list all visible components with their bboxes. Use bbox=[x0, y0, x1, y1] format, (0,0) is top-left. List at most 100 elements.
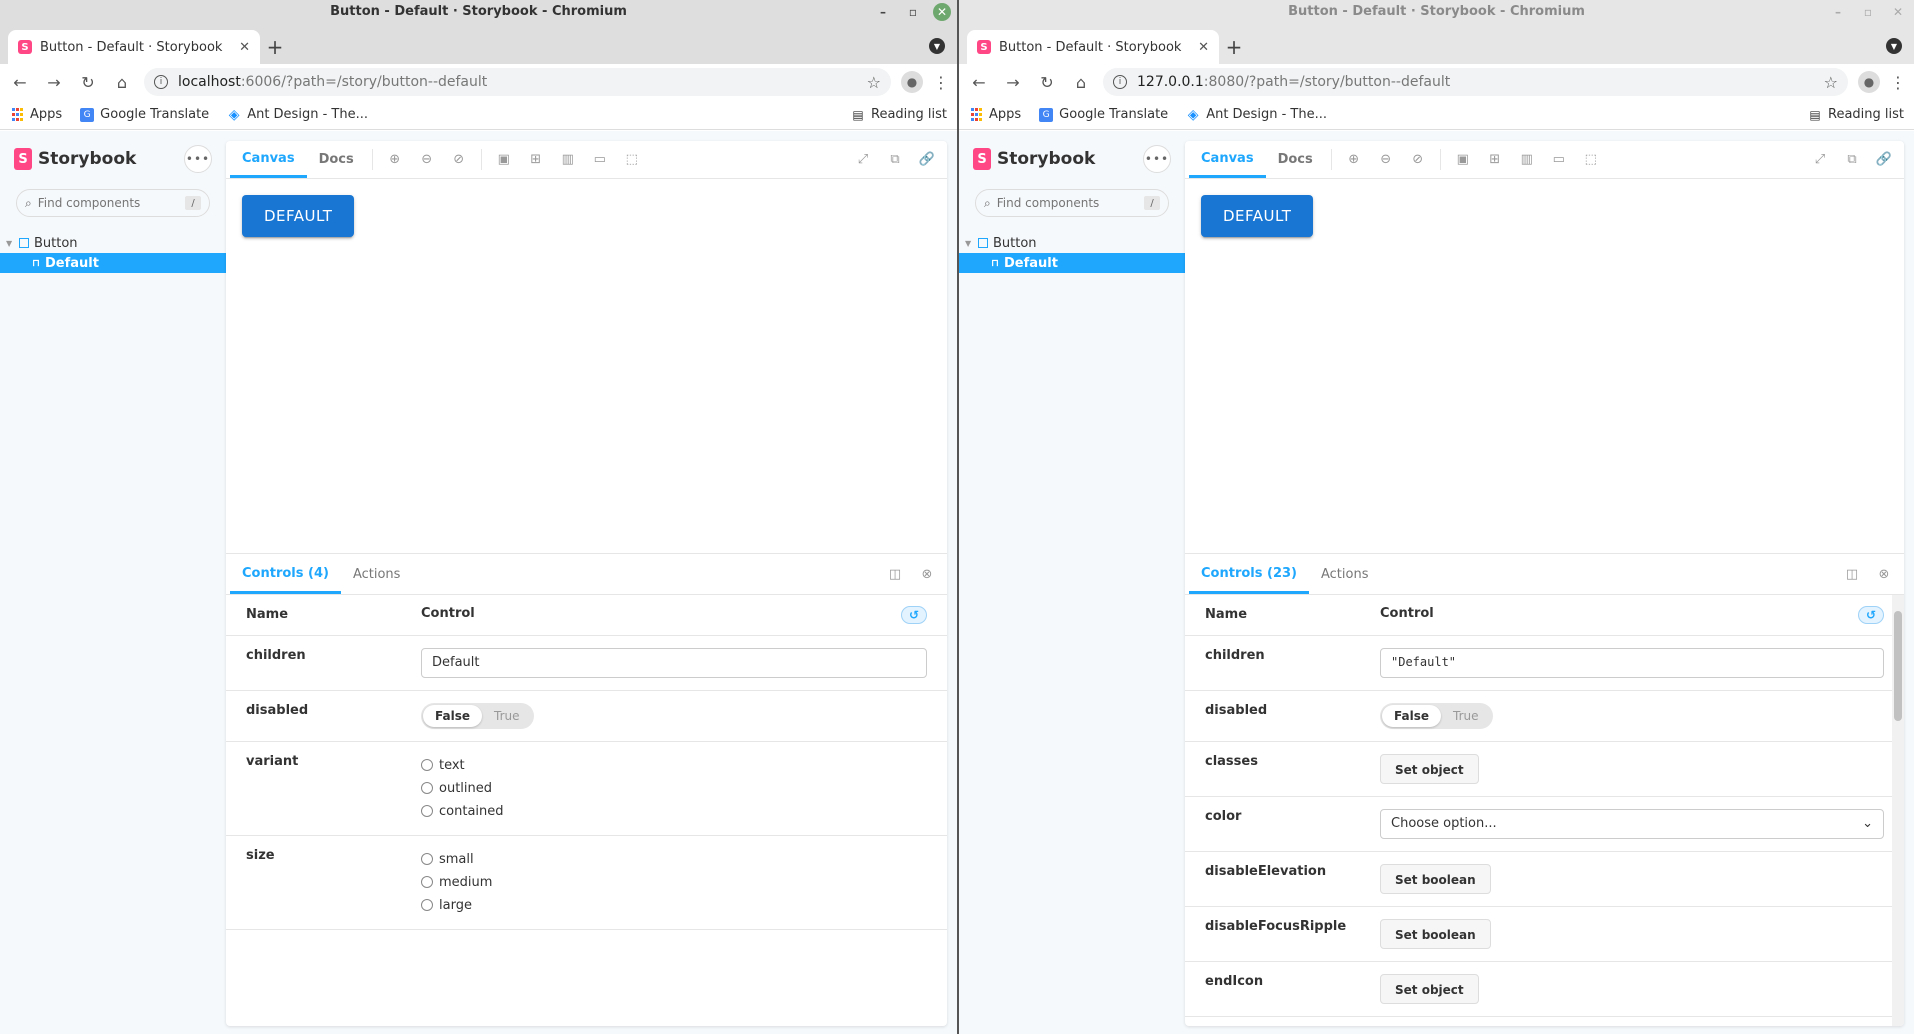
home-icon[interactable]: ⌂ bbox=[110, 70, 134, 94]
maximize-icon[interactable]: ▫ bbox=[903, 2, 923, 22]
zoom-out-icon[interactable]: ⊖ bbox=[1370, 141, 1402, 178]
tab-canvas[interactable]: Canvas bbox=[230, 141, 307, 178]
open-new-tab-icon[interactable]: ⧉ bbox=[879, 141, 911, 178]
radio-circle[interactable] bbox=[421, 782, 433, 794]
scrollbar-thumb[interactable] bbox=[1894, 611, 1902, 721]
tab-docs[interactable]: Docs bbox=[307, 141, 366, 178]
reading-list[interactable]: ▤ Reading list bbox=[851, 107, 947, 122]
tab-actions[interactable]: Actions bbox=[1309, 555, 1381, 594]
reset-controls-icon[interactable]: ↺ bbox=[1858, 605, 1884, 624]
copy-link-icon[interactable]: 🔗 bbox=[1868, 141, 1900, 178]
forward-icon[interactable]: → bbox=[1001, 70, 1025, 94]
browser-menu-icon[interactable]: ⋮ bbox=[933, 73, 949, 92]
radio-option[interactable]: large bbox=[421, 894, 927, 917]
new-tab-icon[interactable]: + bbox=[1221, 34, 1247, 60]
tree-item-default[interactable]: ⊓ Default bbox=[959, 253, 1185, 273]
radio-circle[interactable] bbox=[421, 759, 433, 771]
reload-icon[interactable]: ↻ bbox=[1035, 70, 1059, 94]
outline-icon[interactable]: ⬚ bbox=[616, 141, 648, 178]
close-icon[interactable]: ✕ bbox=[1888, 2, 1908, 22]
outline-icon[interactable]: ⬚ bbox=[1575, 141, 1607, 178]
bookmark-ant-design[interactable]: ◈ Ant Design - The... bbox=[227, 107, 368, 123]
background-icon[interactable]: ▣ bbox=[1447, 141, 1479, 178]
radio-circle[interactable] bbox=[421, 805, 433, 817]
close-panel-icon[interactable]: ⊗ bbox=[911, 555, 943, 594]
search-input[interactable] bbox=[37, 196, 179, 210]
zoom-in-icon[interactable]: ⊕ bbox=[379, 141, 411, 178]
grid-icon[interactable]: ⊞ bbox=[1479, 141, 1511, 178]
tree-item-button[interactable]: ▼ Button bbox=[0, 233, 226, 253]
site-info-icon[interactable]: i bbox=[154, 75, 168, 89]
zoom-out-icon[interactable]: ⊖ bbox=[411, 141, 443, 178]
radio-circle[interactable] bbox=[421, 876, 433, 888]
back-icon[interactable]: ← bbox=[967, 70, 991, 94]
radio-option[interactable]: outlined bbox=[421, 777, 927, 800]
set-boolean-button[interactable]: Set boolean bbox=[1380, 918, 1491, 949]
address-bar[interactable]: i 127.0.0.1:8080/?path=/story/button--de… bbox=[1103, 68, 1848, 96]
controls-scrollbar[interactable] bbox=[1892, 595, 1904, 1026]
copy-link-icon[interactable]: 🔗 bbox=[911, 141, 943, 178]
toggle-true[interactable]: True bbox=[1441, 705, 1491, 727]
radio-option[interactable]: text bbox=[421, 754, 927, 777]
site-info-icon[interactable]: i bbox=[1113, 75, 1127, 89]
grid-icon[interactable]: ⊞ bbox=[520, 141, 552, 178]
default-button[interactable]: DEFAULT bbox=[1201, 195, 1314, 237]
home-icon[interactable]: ⌂ bbox=[1069, 70, 1093, 94]
back-icon[interactable]: ← bbox=[8, 70, 32, 94]
bookmark-star-icon[interactable]: ☆ bbox=[867, 73, 881, 92]
new-tab-icon[interactable]: + bbox=[262, 34, 288, 60]
more-options-icon[interactable]: ••• bbox=[184, 145, 212, 173]
background-icon[interactable]: ▣ bbox=[488, 141, 520, 178]
radio-option[interactable]: small bbox=[421, 848, 927, 871]
radio-option[interactable]: medium bbox=[421, 871, 927, 894]
maximize-icon[interactable]: ▫ bbox=[1858, 2, 1878, 22]
default-button[interactable]: DEFAULT bbox=[242, 195, 355, 237]
zoom-reset-icon[interactable]: ⊘ bbox=[443, 141, 475, 178]
tab-controls[interactable]: Controls (4) bbox=[230, 555, 341, 594]
zoom-reset-icon[interactable]: ⊘ bbox=[1402, 141, 1434, 178]
viewport-icon[interactable]: ▥ bbox=[1511, 141, 1543, 178]
toggle-false[interactable]: False bbox=[1382, 704, 1441, 727]
search-input[interactable] bbox=[996, 196, 1138, 210]
set-object-button[interactable]: Set object bbox=[1380, 753, 1479, 784]
disabled-toggle[interactable]: False True bbox=[1380, 702, 1493, 729]
radio-circle[interactable] bbox=[421, 899, 433, 911]
more-options-icon[interactable]: ••• bbox=[1143, 145, 1171, 173]
bookmark-star-icon[interactable]: ☆ bbox=[1824, 73, 1838, 92]
panel-orientation-icon[interactable]: ◫ bbox=[879, 555, 911, 594]
storybook-logo[interactable]: S Storybook bbox=[14, 148, 136, 170]
browser-tab[interactable]: S Button - Default · Storybook ✕ bbox=[967, 30, 1219, 64]
tab-search-icon[interactable]: ▼ bbox=[929, 38, 945, 54]
bookmark-google-translate[interactable]: G Google Translate bbox=[80, 107, 209, 122]
tab-close-icon[interactable]: ✕ bbox=[239, 40, 250, 55]
profile-icon[interactable]: ● bbox=[901, 71, 923, 93]
address-bar[interactable]: i localhost:6006/?path=/story/button--de… bbox=[144, 68, 891, 96]
disabled-toggle[interactable]: False True bbox=[421, 702, 534, 729]
viewport-icon[interactable]: ▥ bbox=[552, 141, 584, 178]
fullscreen-icon[interactable]: ⤢ bbox=[1804, 141, 1836, 178]
storybook-logo[interactable]: S Storybook bbox=[973, 148, 1095, 170]
minimize-icon[interactable]: – bbox=[873, 2, 893, 22]
tab-docs[interactable]: Docs bbox=[1266, 141, 1325, 178]
measure-icon[interactable]: ▭ bbox=[584, 141, 616, 178]
tab-canvas[interactable]: Canvas bbox=[1189, 141, 1266, 178]
tab-search-icon[interactable]: ▼ bbox=[1886, 38, 1902, 54]
bookmark-apps[interactable]: Apps bbox=[969, 107, 1021, 122]
close-icon[interactable]: ✕ bbox=[933, 3, 951, 21]
tree-item-button[interactable]: ▼ Button bbox=[959, 233, 1185, 253]
zoom-in-icon[interactable]: ⊕ bbox=[1338, 141, 1370, 178]
bookmark-google-translate[interactable]: G Google Translate bbox=[1039, 107, 1168, 122]
set-boolean-button[interactable]: Set boolean bbox=[1380, 863, 1491, 894]
reading-list[interactable]: ▤ Reading list bbox=[1808, 107, 1904, 122]
tab-actions[interactable]: Actions bbox=[341, 555, 413, 594]
toggle-true[interactable]: True bbox=[482, 705, 532, 727]
tree-item-default[interactable]: ⊓ Default bbox=[0, 253, 226, 273]
reset-controls-icon[interactable]: ↺ bbox=[901, 605, 927, 624]
bookmark-ant-design[interactable]: ◈ Ant Design - The... bbox=[1186, 107, 1327, 123]
tab-controls[interactable]: Controls (23) bbox=[1189, 555, 1309, 594]
color-select[interactable]: Choose option... ⌄ bbox=[1380, 808, 1884, 839]
close-panel-icon[interactable]: ⊗ bbox=[1868, 555, 1900, 594]
measure-icon[interactable]: ▭ bbox=[1543, 141, 1575, 178]
toggle-false[interactable]: False bbox=[423, 704, 482, 727]
bookmark-apps[interactable]: Apps bbox=[10, 107, 62, 122]
